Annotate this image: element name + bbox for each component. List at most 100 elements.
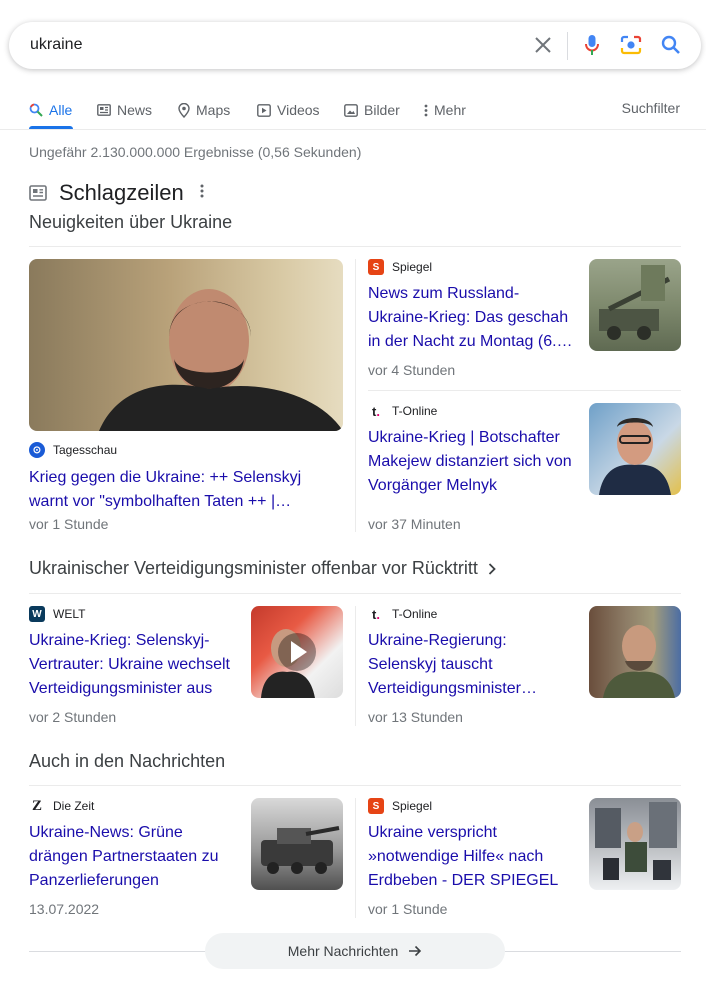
- search-icon[interactable]: [659, 33, 683, 57]
- cluster-title[interactable]: Ukrainischer Verteidigungsminister offen…: [29, 558, 496, 579]
- story-source: t. T-Online: [368, 606, 437, 622]
- headline-line: Ukraine-Krieg: Selenskyj-: [29, 632, 210, 649]
- more-news-label: Mehr Nachrichten: [287, 943, 399, 959]
- headline-line: Erdbeben - DER SPIEGEL: [368, 872, 559, 889]
- story-thumbnail[interactable]: [589, 403, 681, 495]
- main-story-source: ⊙ Tagesschau: [29, 442, 117, 458]
- story-headline[interactable]: News zum Russland- Ukraine-Krieg: Das ge…: [368, 282, 580, 354]
- tab-videos[interactable]: Videos: [257, 99, 320, 121]
- tonline-logo-icon: t.: [368, 403, 384, 419]
- more-vert-icon: [424, 104, 428, 116]
- main-story-age: vor 1 Stunde: [29, 516, 109, 532]
- tab-label: Maps: [196, 102, 231, 118]
- headline-line: Ukraine verspricht: [368, 824, 497, 841]
- headline-line: Krieg gegen die Ukraine: ++ Selenskyj: [29, 469, 302, 486]
- story-age: vor 1 Stunde: [368, 901, 448, 917]
- searchbar-divider: [567, 32, 568, 60]
- image-icon: [344, 103, 358, 117]
- tab-images[interactable]: Bilder: [344, 99, 400, 121]
- tab-news[interactable]: News: [97, 99, 152, 121]
- headline-line: News zum Russland-: [368, 285, 520, 302]
- headline-line: Makejew distanziert sich von: [368, 453, 572, 470]
- cluster-title-text: Ukrainischer Verteidigungsminister offen…: [29, 558, 478, 578]
- video-thumbnail[interactable]: [251, 606, 343, 698]
- story-source: S Spiegel: [368, 798, 432, 814]
- zeit-logo-icon: Z: [29, 798, 45, 814]
- also-news-title: Auch in den Nachrichten: [29, 751, 226, 771]
- newspaper-icon: [97, 104, 111, 116]
- main-story-headline[interactable]: Krieg gegen die Ukraine: ++ Selenskyj wa…: [29, 466, 343, 514]
- headline-line: Ukraine-Regierung:: [368, 632, 507, 649]
- tab-label: Videos: [277, 102, 320, 118]
- tab-maps[interactable]: Maps: [178, 99, 230, 121]
- microphone-icon[interactable]: [580, 33, 604, 57]
- arrow-right-icon: [409, 945, 422, 957]
- headline-line: Vertrauter: Ukraine wechselt: [29, 656, 230, 673]
- camera-lens-icon[interactable]: [619, 33, 643, 57]
- story-headline[interactable]: Ukraine-Regierung: Selenskyj tauscht Ver…: [368, 629, 580, 701]
- story-source: Z Die Zeit: [29, 798, 94, 814]
- column-divider: [355, 798, 356, 918]
- search-icon: [29, 103, 43, 117]
- story-headline[interactable]: Ukraine-Krieg: Selenskyj- Vertrauter: Uk…: [29, 629, 241, 701]
- source-name: T-Online: [392, 404, 438, 418]
- tonline-logo-icon: t.: [368, 606, 384, 622]
- headline-line: »notwendige Hilfe« nach: [368, 848, 544, 865]
- active-tab-indicator: [29, 126, 73, 129]
- headline-line: Ukraine-Krieg | Botschafter: [368, 429, 560, 446]
- divider: [368, 390, 681, 391]
- search-tools-button[interactable]: Suchfilter: [622, 100, 680, 116]
- result-stats: Ungefähr 2.130.000.000 Ergebnisse (0,56 …: [29, 144, 362, 160]
- newspaper-icon: [29, 185, 47, 201]
- source-name: Spiegel: [392, 260, 433, 274]
- headline-line: Panzerlieferungen: [29, 872, 159, 889]
- headline-line: Ukraine-Krieg: Das geschah: [368, 309, 569, 326]
- map-pin-icon: [178, 102, 190, 118]
- tagesschau-logo-icon: ⊙: [29, 442, 45, 458]
- clear-icon[interactable]: [531, 33, 555, 57]
- headline-line: Selenskyj tauscht: [368, 656, 493, 673]
- source-name: T-Online: [392, 607, 438, 621]
- story-thumbnail[interactable]: [589, 259, 681, 351]
- headline-line: in der Nacht zu Montag (6.…: [368, 333, 573, 350]
- section-subtitle: Neuigkeiten über Ukraine: [29, 212, 233, 232]
- column-divider: [355, 259, 356, 532]
- search-bar[interactable]: ukraine: [9, 22, 701, 69]
- story-age: vor 37 Minuten: [368, 516, 461, 532]
- story-headline[interactable]: Ukraine-News: Grüne drängen Partnerstaat…: [29, 821, 241, 893]
- headline-line: Vorgänger Melnyk: [368, 477, 497, 494]
- story-age: vor 13 Stunden: [368, 709, 463, 725]
- story-source: S Spiegel: [368, 259, 432, 275]
- story-thumbnail[interactable]: [251, 798, 343, 890]
- headline-line: drängen Partnerstaaten zu: [29, 848, 219, 865]
- source-name: Tagesschau: [53, 443, 118, 457]
- story-thumbnail[interactable]: [589, 798, 681, 890]
- tab-more[interactable]: Mehr: [424, 99, 466, 121]
- headline-line: Verteidigungsminister aus: [29, 680, 213, 697]
- top-stories-header: Schlagzeilen: [29, 180, 204, 206]
- story-age: vor 4 Stunden: [368, 362, 456, 378]
- source-name: Die Zeit: [53, 799, 95, 813]
- story-headline[interactable]: Ukraine-Krieg | Botschafter Makejew dist…: [368, 426, 580, 498]
- divider: [29, 593, 681, 594]
- tab-label: News: [117, 102, 153, 118]
- tab-all[interactable]: Alle: [29, 99, 72, 121]
- more-news-button[interactable]: Mehr Nachrichten: [205, 933, 505, 969]
- source-name: Spiegel: [392, 799, 433, 813]
- section-title: Schlagzeilen: [59, 180, 184, 205]
- story-thumbnail[interactable]: [589, 606, 681, 698]
- story-source: t. T-Online: [368, 403, 437, 419]
- search-input[interactable]: ukraine: [30, 36, 82, 54]
- chevron-right-icon: [488, 562, 496, 575]
- tab-label: Alle: [49, 102, 73, 118]
- tab-label: Mehr: [434, 102, 466, 118]
- search-tabs: Alle News Maps Videos Bilder Mehr Suchfi…: [0, 92, 706, 130]
- main-story-image[interactable]: [29, 259, 343, 431]
- welt-logo-icon: W: [29, 606, 45, 622]
- video-icon: [257, 103, 271, 117]
- story-age: vor 2 Stunden: [29, 709, 117, 725]
- story-headline[interactable]: Ukraine verspricht »notwendige Hilfe« na…: [368, 821, 580, 893]
- headline-line: Verteidigungsminister…: [368, 680, 537, 697]
- more-options-icon[interactable]: [200, 184, 204, 203]
- source-name: WELT: [53, 607, 86, 621]
